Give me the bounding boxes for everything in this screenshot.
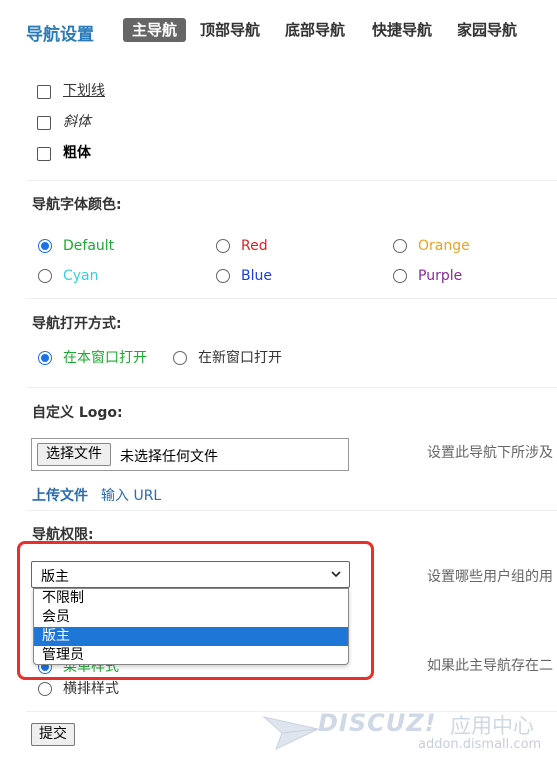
choose-file-button[interactable]: 选择文件: [37, 443, 111, 466]
style-horizontal-radio[interactable]: [38, 682, 52, 696]
style-hint: 如果此主导航存在二: [427, 658, 553, 674]
bold-checkbox[interactable]: [37, 147, 51, 161]
color-blue-label: Blue: [241, 268, 272, 284]
underline-label: 下划线: [63, 83, 105, 99]
watermark-cn: 应用中心: [450, 714, 534, 738]
open-mode-title: 导航打开方式:: [32, 316, 122, 332]
paper-plane-icon: [262, 716, 320, 750]
color-orange-label: Orange: [418, 238, 470, 254]
watermark-brand: DISCUZ!: [318, 709, 437, 737]
tab-main-nav[interactable]: 主导航: [123, 18, 187, 42]
color-default-label: Default: [63, 238, 115, 254]
color-cyan-label: Cyan: [63, 268, 99, 284]
upload-file-link[interactable]: 上传文件: [32, 485, 88, 505]
italic-checkbox[interactable]: [37, 116, 51, 130]
style-horizontal-label: 横排样式: [63, 681, 119, 697]
bold-label: 粗体: [63, 145, 91, 161]
enter-url-link[interactable]: 输入 URL: [101, 485, 161, 505]
color-purple-radio[interactable]: [393, 269, 407, 283]
divider: [26, 180, 557, 181]
file-status-text: 未选择任何文件: [120, 449, 218, 465]
permission-hint: 设置哪些用户组的用: [427, 569, 553, 585]
tab-top-nav[interactable]: 顶部导航: [191, 18, 269, 42]
color-red-radio[interactable]: [216, 239, 230, 253]
tab-home-nav[interactable]: 家园导航: [448, 18, 526, 42]
logo-hint: 设置此导航下所涉及: [427, 445, 553, 461]
logo-title: 自定义 Logo:: [32, 405, 123, 421]
submit-button[interactable]: 提交: [31, 723, 75, 746]
open-same-window-radio[interactable]: [38, 351, 52, 365]
italic-label: 斜体: [63, 114, 91, 130]
divider: [26, 387, 557, 388]
color-red-label: Red: [241, 238, 268, 254]
watermark-url: addon.dismall.com: [418, 737, 542, 752]
color-default-radio[interactable]: [38, 239, 52, 253]
divider: [26, 298, 557, 299]
tab-quick-nav[interactable]: 快捷导航: [363, 18, 441, 42]
underline-checkbox[interactable]: [37, 85, 51, 99]
page-title: 导航设置: [26, 25, 94, 45]
tab-bottom-nav[interactable]: 底部导航: [276, 18, 354, 42]
color-orange-radio[interactable]: [393, 239, 407, 253]
color-blue-radio[interactable]: [216, 269, 230, 283]
divider: [26, 510, 557, 511]
highlight-annotation-box: [17, 541, 374, 680]
color-cyan-radio[interactable]: [38, 269, 52, 283]
font-color-title: 导航字体颜色:: [32, 197, 122, 213]
logo-file-input[interactable]: 选择文件 未选择任何文件: [31, 438, 349, 471]
open-same-window-label: 在本窗口打开: [63, 350, 147, 366]
open-new-window-label: 在新窗口打开: [198, 350, 282, 366]
open-new-window-radio[interactable]: [173, 351, 187, 365]
color-purple-label: Purple: [418, 268, 463, 284]
